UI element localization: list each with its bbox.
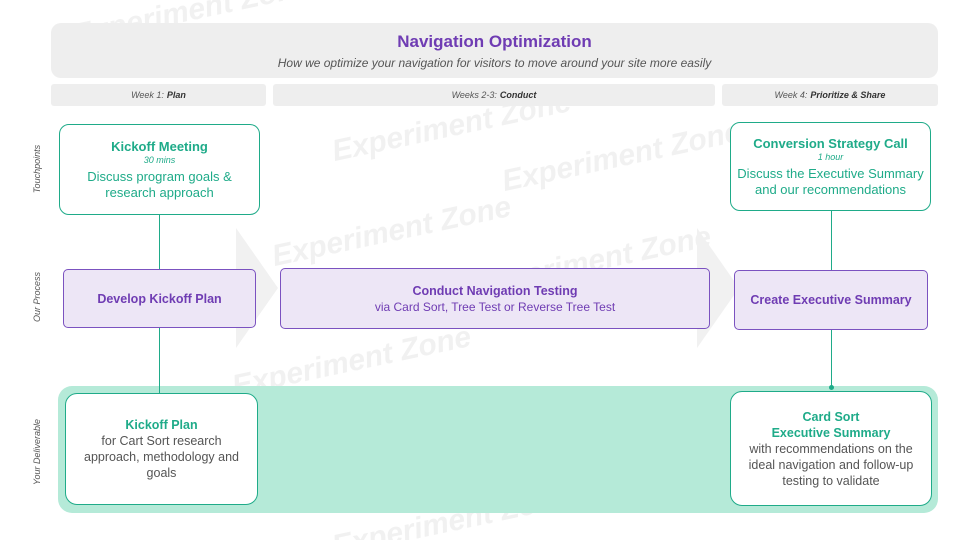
- header-banner: Navigation Optimization How we optimize …: [51, 23, 938, 78]
- touchpoint-duration: 30 mins: [143, 154, 176, 165]
- week-4-header: Week 4: Prioritize & Share: [722, 84, 938, 106]
- process-conduct-testing: Conduct Navigation Testing via Card Sort…: [280, 268, 710, 329]
- touchpoint-strategy-call: Conversion Strategy Call 1 hour Discuss …: [730, 122, 931, 211]
- touchpoint-kickoff-meeting: Kickoff Meeting 30 mins Discuss program …: [59, 124, 260, 215]
- process-title: Conduct Navigation Testing: [412, 283, 578, 298]
- process-title: Develop Kickoff Plan: [97, 291, 222, 306]
- process-title: Create Executive Summary: [750, 293, 912, 307]
- week-4-name: Prioritize & Share: [810, 90, 886, 100]
- watermark: Experiment Zone: [499, 115, 745, 198]
- row-label-process: Our Process: [32, 272, 42, 323]
- deliverable-title-line2: Executive Summary: [771, 425, 891, 440]
- week-2-3-name: Conduct: [499, 90, 537, 100]
- process-create-summary: Create Executive Summary: [734, 270, 928, 330]
- week-4-prefix: Week 4:: [774, 90, 808, 100]
- week-2-3-prefix: Weeks 2-3:: [451, 90, 497, 100]
- deliverable-description: for Cart Sort research approach, methodo…: [84, 434, 239, 480]
- watermark: Experiment Zone: [269, 190, 515, 273]
- touchpoint-description: Discuss program goals & research approac…: [87, 168, 232, 200]
- touchpoint-title: Kickoff Meeting: [111, 138, 208, 154]
- page-subtitle: How we optimize your navigation for visi…: [277, 56, 712, 70]
- deliverable-title: Kickoff Plan: [125, 418, 198, 432]
- connector-line: [159, 214, 160, 269]
- connector-line: [159, 328, 160, 395]
- row-label-deliverable: Your Deliverable: [32, 418, 42, 486]
- connector-dot: [829, 385, 834, 390]
- row-label-touchpoints: Touchpoints: [32, 144, 42, 194]
- process-subtitle: via Card Sort, Tree Test or Reverse Tree…: [374, 299, 616, 314]
- week-1-header: Week 1: Plan: [51, 84, 266, 106]
- deliverable-executive-summary: Card Sort Executive Summary with recomme…: [730, 391, 932, 506]
- touchpoint-description: Discuss the Executive Summary and our re…: [737, 165, 924, 197]
- week-1-prefix: Week 1:: [131, 90, 164, 100]
- week-1-name: Plan: [166, 90, 186, 100]
- touchpoint-duration: 1 hour: [817, 151, 844, 162]
- page-title: Navigation Optimization: [397, 32, 592, 51]
- deliverable-description: with recommendations on the ideal naviga…: [748, 441, 914, 488]
- deliverable-kickoff-plan: Kickoff Plan for Cart Sort research appr…: [65, 393, 258, 505]
- connector-line: [831, 330, 832, 387]
- week-2-3-header: Weeks 2-3: Conduct: [273, 84, 715, 106]
- process-develop-kickoff-plan: Develop Kickoff Plan: [63, 269, 256, 328]
- connector-line: [831, 211, 832, 270]
- touchpoint-title: Conversion Strategy Call: [753, 135, 908, 151]
- deliverable-title-line1: Card Sort: [802, 409, 860, 424]
